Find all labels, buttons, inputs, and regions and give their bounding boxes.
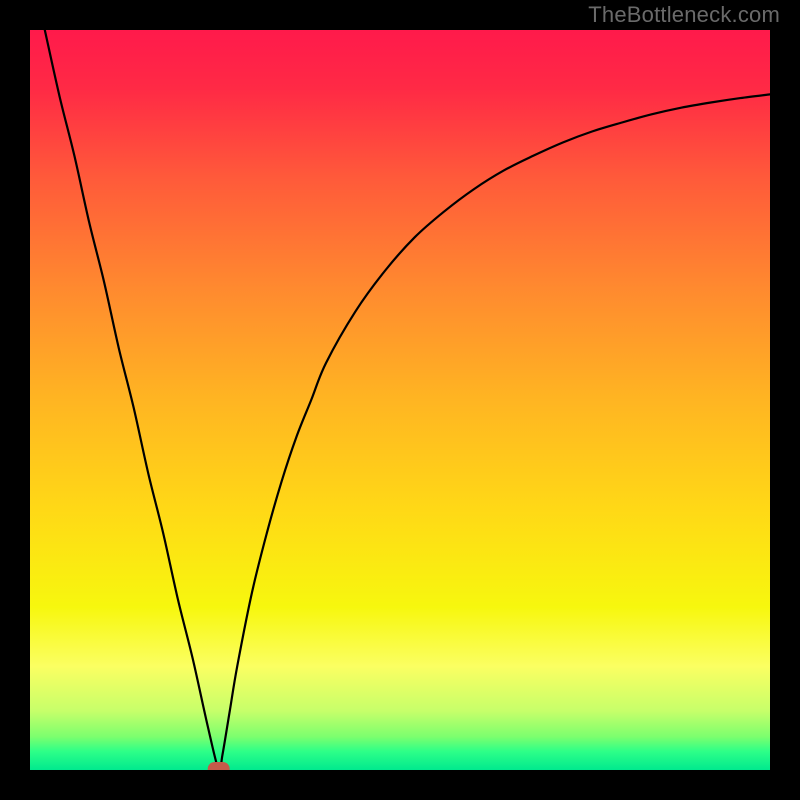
plot-svg [30, 30, 770, 770]
gradient-background [30, 30, 770, 770]
watermark-text: TheBottleneck.com [588, 2, 780, 28]
plot-area [30, 30, 770, 770]
chart-frame: TheBottleneck.com [0, 0, 800, 800]
optimal-marker [208, 762, 230, 770]
